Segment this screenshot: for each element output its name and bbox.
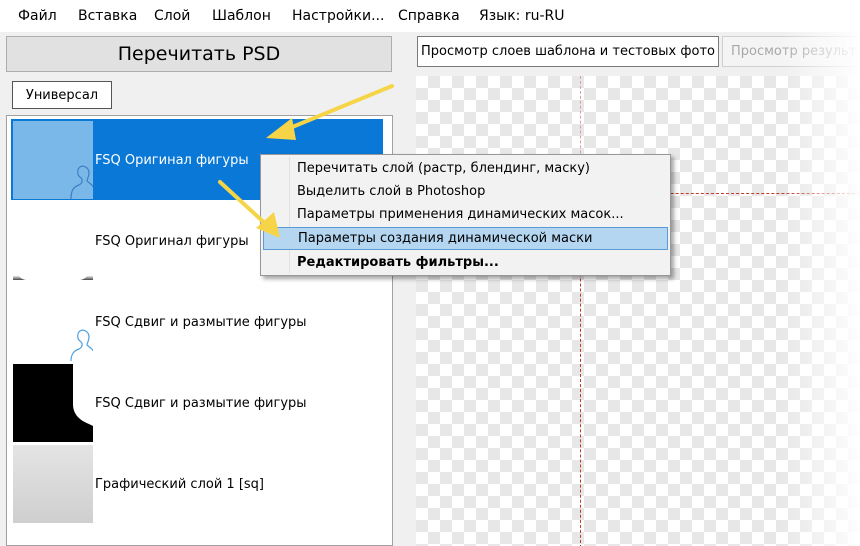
menu-bar: Файл Вставка Слой Шаблон Настройки... Сп…	[0, 0, 860, 32]
layer-name: Графический слой 1 [sq]	[95, 477, 264, 492]
layer-row[interactable]: FSQ Сдвиг и размытие фигуры	[11, 281, 383, 362]
menu-item-dynamic-mask-apply-params[interactable]: Параметры применения динамических масок.…	[263, 203, 668, 226]
preview-canvas[interactable]	[416, 76, 860, 546]
layer-name: FSQ Сдвиг и размытие фигуры	[95, 315, 307, 330]
menu-item-dynamic-mask-create-params[interactable]: Параметры создания динамической маски	[263, 227, 668, 250]
layer-thumbnail	[13, 121, 93, 199]
mask-thumbnail-icon	[13, 202, 93, 280]
menu-settings[interactable]: Настройки...	[292, 8, 384, 24]
person-outline-icon	[70, 329, 93, 361]
layer-thumbnail	[13, 283, 93, 361]
tab-preview-result[interactable]: Просмотр результ	[722, 36, 860, 67]
layer-name: FSQ Оригинал фигуры	[95, 153, 249, 168]
layer-thumbnail	[13, 202, 93, 280]
menu-item-edit-filters[interactable]: Редактировать фильтры...	[263, 251, 668, 274]
layer-thumbnail	[13, 445, 93, 523]
tab-universal[interactable]: Универсал	[12, 81, 112, 109]
menu-insert[interactable]: Вставка	[78, 8, 137, 24]
person-silhouette-icon	[70, 165, 93, 199]
menu-item-reread-layer[interactable]: Перечитать слой (растр, блендинг, маску)	[263, 157, 668, 180]
menu-item-select-in-photoshop[interactable]: Выделить слой в Photoshop	[263, 180, 668, 203]
layer-row[interactable]: FSQ Сдвиг и размытие фигуры	[11, 362, 383, 443]
reread-psd-button[interactable]: Перечитать PSD	[6, 36, 392, 72]
layer-row[interactable]: Графический слой 1 [sq]	[11, 443, 383, 524]
menu-help[interactable]: Справка	[398, 8, 460, 24]
black-mask-icon	[13, 364, 93, 442]
menu-language[interactable]: Язык: ru-RU	[479, 8, 565, 24]
layer-name: FSQ Сдвиг и размытие фигуры	[95, 396, 307, 411]
menu-template[interactable]: Шаблон	[212, 8, 271, 24]
layer-name: FSQ Оригинал фигуры	[95, 234, 249, 249]
tab-preview-layers[interactable]: Просмотр слоев шаблона и тестовых фото	[417, 36, 719, 67]
menu-layer[interactable]: Слой	[154, 8, 190, 24]
layer-thumbnail	[13, 364, 93, 442]
menu-file[interactable]: Файл	[18, 8, 57, 24]
layer-context-menu: Перечитать слой (растр, блендинг, маску)…	[260, 154, 671, 276]
